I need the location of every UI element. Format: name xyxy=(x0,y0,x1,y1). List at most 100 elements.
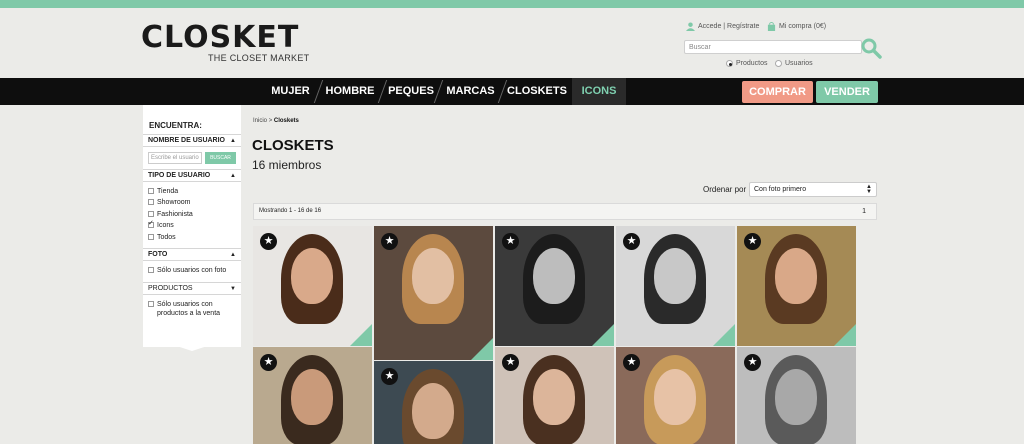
checkbox xyxy=(148,211,154,217)
radio-dot xyxy=(775,60,782,67)
filter-sidebar: ENCUENTRA: NOMBRE DE USUARIO ▲ Escribe e… xyxy=(143,105,241,347)
username-search-button[interactable]: BUSCAR xyxy=(205,152,236,164)
photo-face xyxy=(654,248,696,304)
caret-up-icon: ▲ xyxy=(230,173,236,179)
member-card[interactable]: ★ xyxy=(616,347,735,444)
photo-face xyxy=(412,383,454,439)
member-card[interactable]: ★ xyxy=(616,226,735,346)
radio-productos[interactable]: Productos xyxy=(726,60,768,67)
breadcrumb-home[interactable]: Inicio xyxy=(253,118,267,124)
corner-ribbon xyxy=(834,324,856,346)
checkbox xyxy=(148,234,154,240)
filter-icons[interactable]: Icons xyxy=(148,219,174,230)
section-username-label: NOMBRE DE USUARIO xyxy=(148,137,226,144)
member-card[interactable]: ★ xyxy=(495,226,614,346)
corner-ribbon xyxy=(471,338,493,360)
section-user-type[interactable]: TIPO DE USUARIO ▲ xyxy=(143,169,241,182)
sort-label: Ordenar por xyxy=(703,185,747,194)
nav-mujer[interactable]: MUJER xyxy=(266,78,315,105)
checkbox xyxy=(148,301,154,307)
corner-ribbon xyxy=(592,324,614,346)
cart-link[interactable]: Mi compra (0€) xyxy=(767,22,826,31)
star-icon: ★ xyxy=(502,233,519,250)
nav-peques[interactable]: PEQUES xyxy=(387,78,435,105)
checkbox-checked xyxy=(148,219,154,228)
filter-products[interactable]: Sólo usuarios con productos a la venta xyxy=(148,300,236,318)
section-user-type-label: TIPO DE USUARIO xyxy=(148,172,211,179)
photo-face xyxy=(533,369,575,425)
checkbox xyxy=(148,267,154,273)
section-photo-label: FOTO xyxy=(148,251,168,258)
star-icon: ★ xyxy=(381,368,398,385)
caret-down-icon: ▼ xyxy=(230,286,236,292)
corner-ribbon xyxy=(713,324,735,346)
section-photo[interactable]: FOTO ▲ xyxy=(143,248,241,261)
radio-productos-label: Productos xyxy=(736,60,768,67)
filter-tienda[interactable]: Tienda xyxy=(148,187,178,196)
member-card[interactable]: ★ xyxy=(374,361,493,444)
photo-face xyxy=(291,248,333,304)
radio-dot xyxy=(726,60,733,67)
breadcrumb-separator: > xyxy=(268,118,273,124)
sidebar-tail xyxy=(143,335,241,351)
sell-button[interactable]: VENDER xyxy=(816,81,878,103)
brand-logo[interactable]: CLOSKET THE CLOSET MARKET xyxy=(141,20,309,66)
nav-marcas[interactable]: MARCAS xyxy=(443,78,498,105)
username-input[interactable]: Escribe el usuario xyxy=(148,152,202,164)
filter-showroom[interactable]: Showroom xyxy=(148,198,190,207)
results-bar: Mostrando 1 - 16 de 16 1 xyxy=(253,203,877,220)
star-icon: ★ xyxy=(744,354,761,371)
breadcrumb-current: Closkets xyxy=(273,118,299,124)
section-products-label: PRODUCTOS xyxy=(148,285,193,292)
photo-face xyxy=(654,369,696,425)
login-link[interactable]: Accede | Regístrate xyxy=(686,22,759,31)
section-products[interactable]: PRODUCTOS ▼ xyxy=(143,282,241,295)
search-input[interactable]: Buscar xyxy=(684,40,862,54)
caret-up-icon: ▲ xyxy=(230,252,236,258)
logo-tagline: THE CLOSET MARKET xyxy=(208,53,310,63)
page-number[interactable]: 1 xyxy=(862,208,866,215)
filter-label: Showroom xyxy=(157,199,191,206)
star-icon: ★ xyxy=(744,233,761,250)
checkbox xyxy=(148,188,154,194)
member-card[interactable]: ★ xyxy=(737,226,856,346)
star-icon: ★ xyxy=(381,233,398,250)
buy-button[interactable]: COMPRAR xyxy=(742,81,813,103)
nav-closkets[interactable]: CLOSKETS xyxy=(507,78,567,105)
nav-icons[interactable]: ICONS xyxy=(572,78,626,105)
login-label: Accede | Regístrate xyxy=(698,23,760,30)
sort-select[interactable]: Con foto primero ▲ ▼ xyxy=(749,182,877,197)
page-title: CLOSKETS xyxy=(252,137,334,154)
checkbox xyxy=(148,199,154,205)
photo-face xyxy=(533,248,575,304)
member-card[interactable]: ★ xyxy=(253,347,372,444)
star-icon: ★ xyxy=(623,233,640,250)
radio-usuarios-label: Usuarios xyxy=(785,60,813,67)
member-card[interactable]: ★ xyxy=(495,347,614,444)
member-card[interactable]: ★ xyxy=(374,226,493,360)
top-strip xyxy=(0,0,1024,8)
results-count: Mostrando 1 - 16 de 16 xyxy=(259,208,322,214)
corner-ribbon xyxy=(350,324,372,346)
filter-todos[interactable]: Todos xyxy=(148,233,176,242)
caret-up-icon: ▲ xyxy=(230,138,236,144)
radio-usuarios[interactable]: Usuarios xyxy=(775,60,813,67)
user-icon xyxy=(686,22,695,31)
bag-icon xyxy=(767,22,776,31)
logo-wordmark: CLOSKET xyxy=(141,20,300,55)
filter-label: Sólo usuarios con productos a la venta xyxy=(157,301,221,317)
photo-face xyxy=(412,248,454,304)
member-card[interactable]: ★ xyxy=(253,226,372,346)
filter-photo[interactable]: Sólo usuarios con foto xyxy=(148,266,226,275)
photo-face xyxy=(775,248,817,304)
filter-fashionista[interactable]: Fashionista xyxy=(148,210,193,219)
sidebar-title: ENCUENTRA: xyxy=(149,121,202,130)
nav-hombre[interactable]: HOMBRE xyxy=(322,78,378,105)
search-icon[interactable] xyxy=(860,37,882,59)
star-icon: ★ xyxy=(502,354,519,371)
filter-label: Todos xyxy=(157,234,176,241)
photo-face xyxy=(775,369,817,425)
member-count: 16 miembros xyxy=(252,158,322,172)
section-username[interactable]: NOMBRE DE USUARIO ▲ xyxy=(143,134,241,147)
member-card[interactable]: ★ xyxy=(737,347,856,444)
